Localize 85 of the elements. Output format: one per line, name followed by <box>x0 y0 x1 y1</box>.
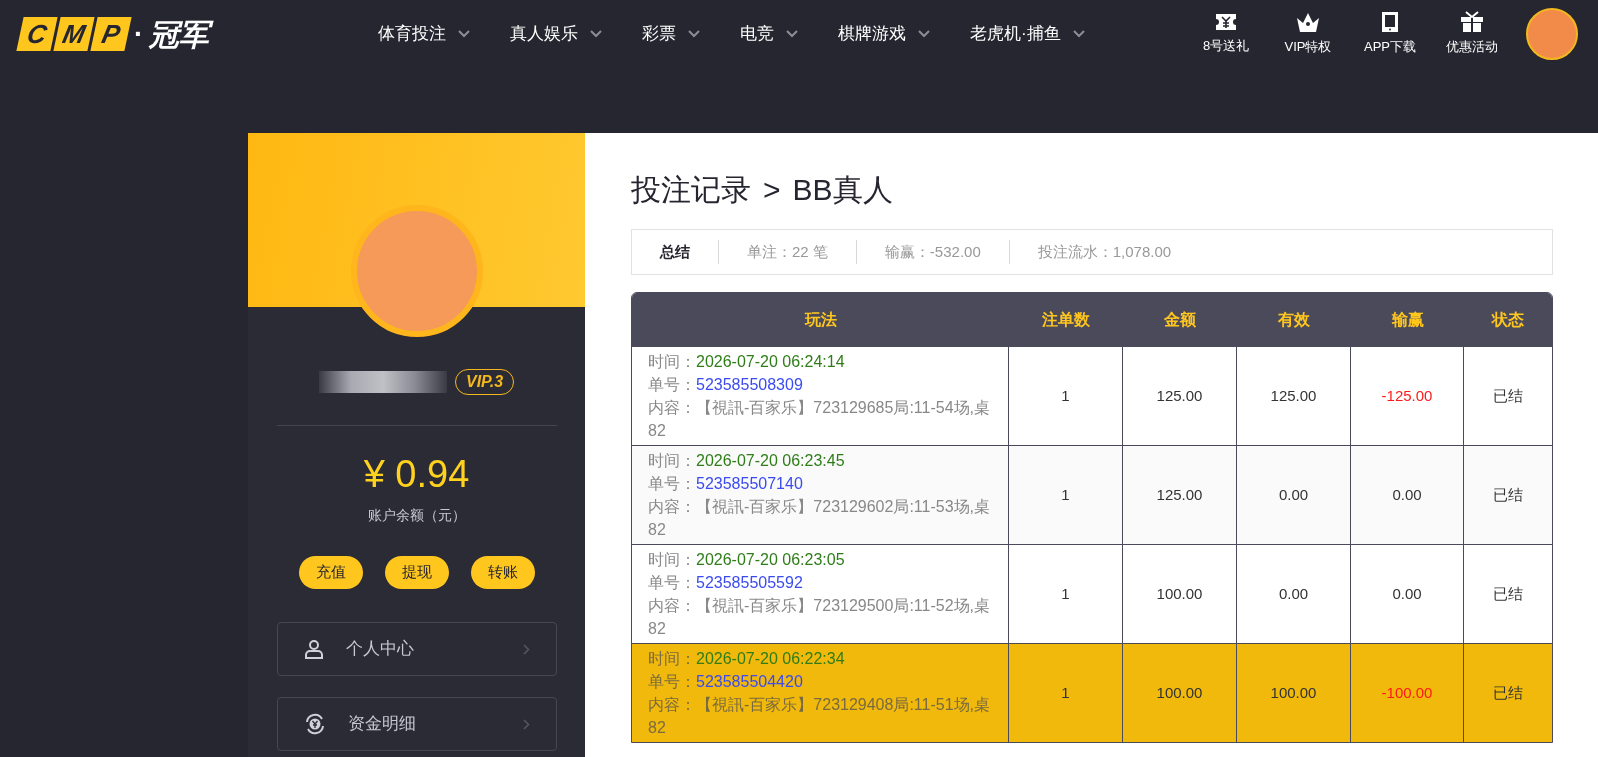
summary-item: 输赢：-532.00 <box>884 241 981 262</box>
sidebar-menu-item[interactable]: 个人中心 <box>276 622 557 676</box>
column-header: 注单数 <box>1041 309 1091 330</box>
summary-item: 单注：22 笔 <box>747 241 828 262</box>
bet-order: 单号：523585507140 <box>648 474 804 494</box>
nav-menu-item[interactable]: 体育投注 <box>378 21 470 47</box>
breadcrumb-item: > <box>763 171 781 208</box>
table-cell-text: 已结 <box>1493 385 1523 406</box>
user-icon <box>303 639 324 659</box>
tablet-icon <box>1381 11 1399 34</box>
chevron-right-icon <box>522 718 530 730</box>
bet-content: 内容：【視訊-百家乐】723129500局:11-52场,桌82 <box>648 596 992 639</box>
header-link[interactable]: 8号送礼 <box>1198 12 1254 56</box>
chevron-down-icon <box>688 30 700 38</box>
logo-dot: · <box>134 17 144 51</box>
table-cell-text: 0.00 <box>1278 484 1309 505</box>
table-cell-text: 已结 <box>1493 583 1523 604</box>
bet-time: 时间：2026-07-20 06:23:45 <box>648 451 846 471</box>
nav-menu-item[interactable]: 老虎机·捕鱼 <box>970 21 1085 47</box>
balance-label: 账户余额（元） <box>367 506 466 525</box>
crown-icon <box>1295 11 1321 34</box>
table-cell-text: 100.00 <box>1156 583 1203 604</box>
bet-content: 内容：【視訊-百家乐】723129685局:11-54场,桌82 <box>648 398 992 441</box>
table-row[interactable]: 时间：2026-07-20 06:24:14 单号：523585508309 内容：【視訊-百家乐】723129685局:11-54场,桌82 1 125.00 125.00 -125.00 已结 <box>632 346 1552 445</box>
chevron-right-icon <box>522 643 530 655</box>
table-cell-text: 125.00 <box>1156 385 1203 406</box>
table-cell-text: 1 <box>1061 484 1070 505</box>
logo-letter: C <box>16 17 58 51</box>
table-row[interactable]: 时间：2026-07-20 06:23:45 单号：523585507140 内容：【視訊-百家乐】723129602局:11-53场,桌82 1 125.00 0.00 0.00 已结 <box>632 445 1552 544</box>
breadcrumb-item[interactable]: 投注记录 <box>631 166 751 212</box>
table-cell-text: 0.00 <box>1392 484 1422 505</box>
nav-menu-item[interactable]: 彩票 <box>642 21 700 47</box>
ticket-icon <box>1215 12 1237 33</box>
bet-time: 时间：2026-07-20 06:23:05 <box>648 550 846 570</box>
nav-menu-item[interactable]: 电竞 <box>740 21 798 47</box>
column-header: 玩法 <box>803 309 838 330</box>
action-button[interactable]: 充值 <box>298 556 363 589</box>
table-cell-text: 已结 <box>1493 682 1523 703</box>
yen-coin-icon <box>303 713 326 735</box>
table-cell-text: 125.00 <box>1156 484 1203 505</box>
avatar[interactable] <box>1526 8 1578 60</box>
chevron-down-icon <box>918 30 930 38</box>
column-header: 有效 <box>1277 309 1311 330</box>
logo-letter: M <box>53 17 95 51</box>
bet-content: 内容：【視訊-百家乐】723129602局:11-53场,桌82 <box>648 497 992 540</box>
table-cell-text: 1 <box>1061 385 1070 406</box>
column-header: 金额 <box>1163 309 1197 330</box>
table-cell-text: -100.00 <box>1381 682 1433 703</box>
sidebar-menu-item[interactable]: 资金明细 <box>276 697 557 751</box>
column-header: 输赢 <box>1390 309 1425 330</box>
table-cell-text: -125.00 <box>1381 385 1433 406</box>
table-cell-text: 1 <box>1061 583 1070 604</box>
chevron-down-icon <box>590 30 602 38</box>
bet-order: 单号：523585504420 <box>648 672 804 692</box>
bet-time: 时间：2026-07-20 06:22:34 <box>648 649 846 669</box>
nav-menu-item[interactable]: 棋牌游戏 <box>838 21 930 47</box>
nav-menu-item[interactable]: 真人娱乐 <box>510 21 602 47</box>
breadcrumb-item: BB真人 <box>792 171 893 208</box>
action-button[interactable]: 提现 <box>384 556 449 589</box>
header-link[interactable]: 优惠活动 <box>1444 11 1500 57</box>
table-cell-text: 0.00 <box>1278 583 1309 604</box>
table-cell-text: 1 <box>1061 682 1070 703</box>
summary-item: 总结 <box>660 241 690 262</box>
column-header: 状态 <box>1490 309 1525 330</box>
chevron-down-icon <box>458 30 470 38</box>
bet-order: 单号：523585508309 <box>648 375 804 395</box>
table-cell-text: 100.00 <box>1270 682 1317 703</box>
table-cell-text: 100.00 <box>1156 682 1203 703</box>
gift-icon <box>1460 11 1484 34</box>
table-row[interactable]: 时间：2026-07-20 06:23:05 单号：523585505592 内容：【視訊-百家乐】723129500局:11-52场,桌82 1 100.00 0.00 0.00 已结 <box>632 544 1552 643</box>
chevron-down-icon <box>1072 30 1085 38</box>
bet-content: 内容：【視訊-百家乐】723129408局:11-51场,桌82 <box>648 695 992 738</box>
bet-order: 单号：523585505592 <box>648 573 804 593</box>
summary-item: 投注流水：1,078.00 <box>1037 241 1172 262</box>
header-link[interactable]: VIP特权 <box>1280 11 1336 57</box>
header-link[interactable]: APP下载 <box>1362 11 1418 57</box>
table-cell-text: 已结 <box>1493 484 1523 505</box>
table-row[interactable]: 时间：2026-07-20 06:22:34 单号：523585504420 内容：【視訊-百家乐】723129408局:11-51场,桌82 1 100.00 100.00 -100.00 已结 <box>632 643 1552 742</box>
table-cell-text: 125.00 <box>1270 385 1317 406</box>
action-button[interactable]: 转账 <box>470 556 535 589</box>
logo-letter: P <box>90 17 132 51</box>
chevron-down-icon <box>786 30 798 38</box>
bet-time: 时间：2026-07-20 06:24:14 <box>648 352 846 372</box>
table-cell-text: 0.00 <box>1392 583 1422 604</box>
balance-amount: ¥ 0.94 <box>363 452 470 497</box>
